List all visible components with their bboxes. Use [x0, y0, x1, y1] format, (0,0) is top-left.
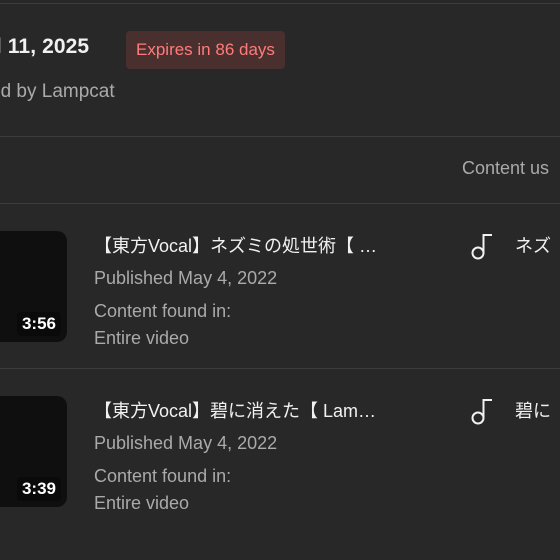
published-date: Published May 4, 2022: [94, 433, 278, 453]
duration-badge: 3:56: [16, 312, 61, 336]
video-title[interactable]: 【東方Vocal】ネズミの処世術【 …: [94, 232, 434, 258]
section-divider: [0, 136, 560, 137]
video-thumbnail[interactable]: 3:56: [0, 231, 67, 342]
video-title[interactable]: 【東方Vocal】碧に消えた【 Lam…: [94, 397, 434, 423]
content-found-label: Content found in:: [94, 466, 232, 486]
published-date: Published May 4, 2022: [94, 268, 278, 288]
table-row[interactable]: 3:39 【東方Vocal】碧に消えた【 Lam… Published May …: [0, 369, 560, 534]
video-thumbnail[interactable]: 3:39: [0, 396, 67, 507]
asset-title[interactable]: 碧に: [515, 397, 551, 423]
content-used-column-header[interactable]: Content us: [462, 158, 549, 179]
expires-badge: Expires in 86 days: [126, 31, 285, 69]
content-found-label: Content found in:: [94, 301, 232, 321]
claim-details-panel: il 11, 2025 Expires in 86 days ed by Lam…: [0, 0, 560, 560]
duration-badge: 3:39: [16, 477, 61, 501]
music-note-icon: [471, 399, 492, 425]
content-found-value: Entire video: [94, 493, 190, 513]
content-found-value: Entire video: [94, 328, 190, 348]
music-note-icon: [471, 234, 492, 260]
claimed-by-text: ed by Lampcat: [0, 81, 115, 102]
top-divider: [0, 3, 560, 4]
asset-title[interactable]: ネズ: [515, 232, 551, 258]
claim-date: il 11, 2025: [0, 35, 90, 58]
table-row[interactable]: 3:56 【東方Vocal】ネズミの処世術【 … Published May 4…: [0, 204, 560, 369]
